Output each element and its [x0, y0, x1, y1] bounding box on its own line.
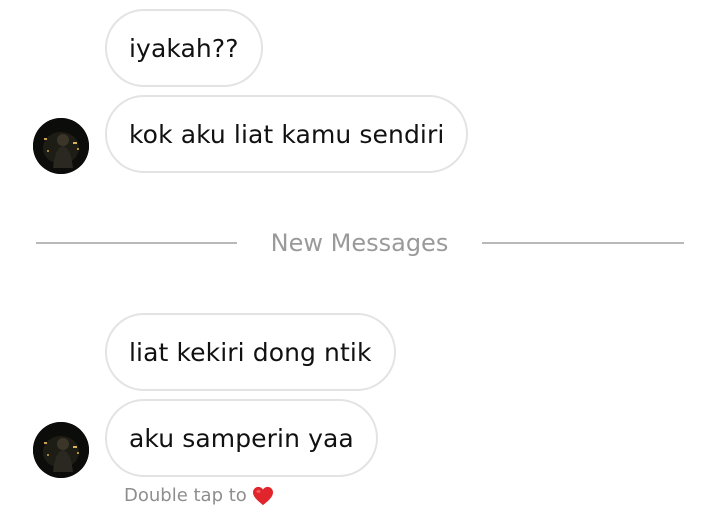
avatar-photo: [33, 118, 89, 174]
avatar[interactable]: [33, 422, 89, 478]
message-bubble[interactable]: aku samperin yaa: [105, 399, 378, 477]
avatar-photo: [33, 422, 89, 478]
message-text: kok aku liat kamu sendiri: [129, 119, 445, 149]
message-bubble[interactable]: liat kekiri dong ntik: [105, 313, 396, 391]
hint-text: Double tap to: [124, 485, 247, 506]
message-text: iyakah??: [129, 33, 239, 63]
avatar[interactable]: [33, 118, 89, 174]
message-text: aku samperin yaa: [129, 423, 354, 453]
divider-line-right: [482, 242, 684, 244]
message-text: liat kekiri dong ntik: [129, 337, 372, 367]
divider-line-left: [36, 242, 237, 244]
double-tap-hint: Double tap to: [124, 484, 274, 508]
message-bubble[interactable]: iyakah??: [105, 9, 263, 87]
heart-icon: [252, 486, 274, 506]
divider-label: New Messages: [270, 229, 449, 257]
new-messages-divider: New Messages: [0, 226, 718, 260]
message-bubble[interactable]: kok aku liat kamu sendiri: [105, 95, 469, 173]
